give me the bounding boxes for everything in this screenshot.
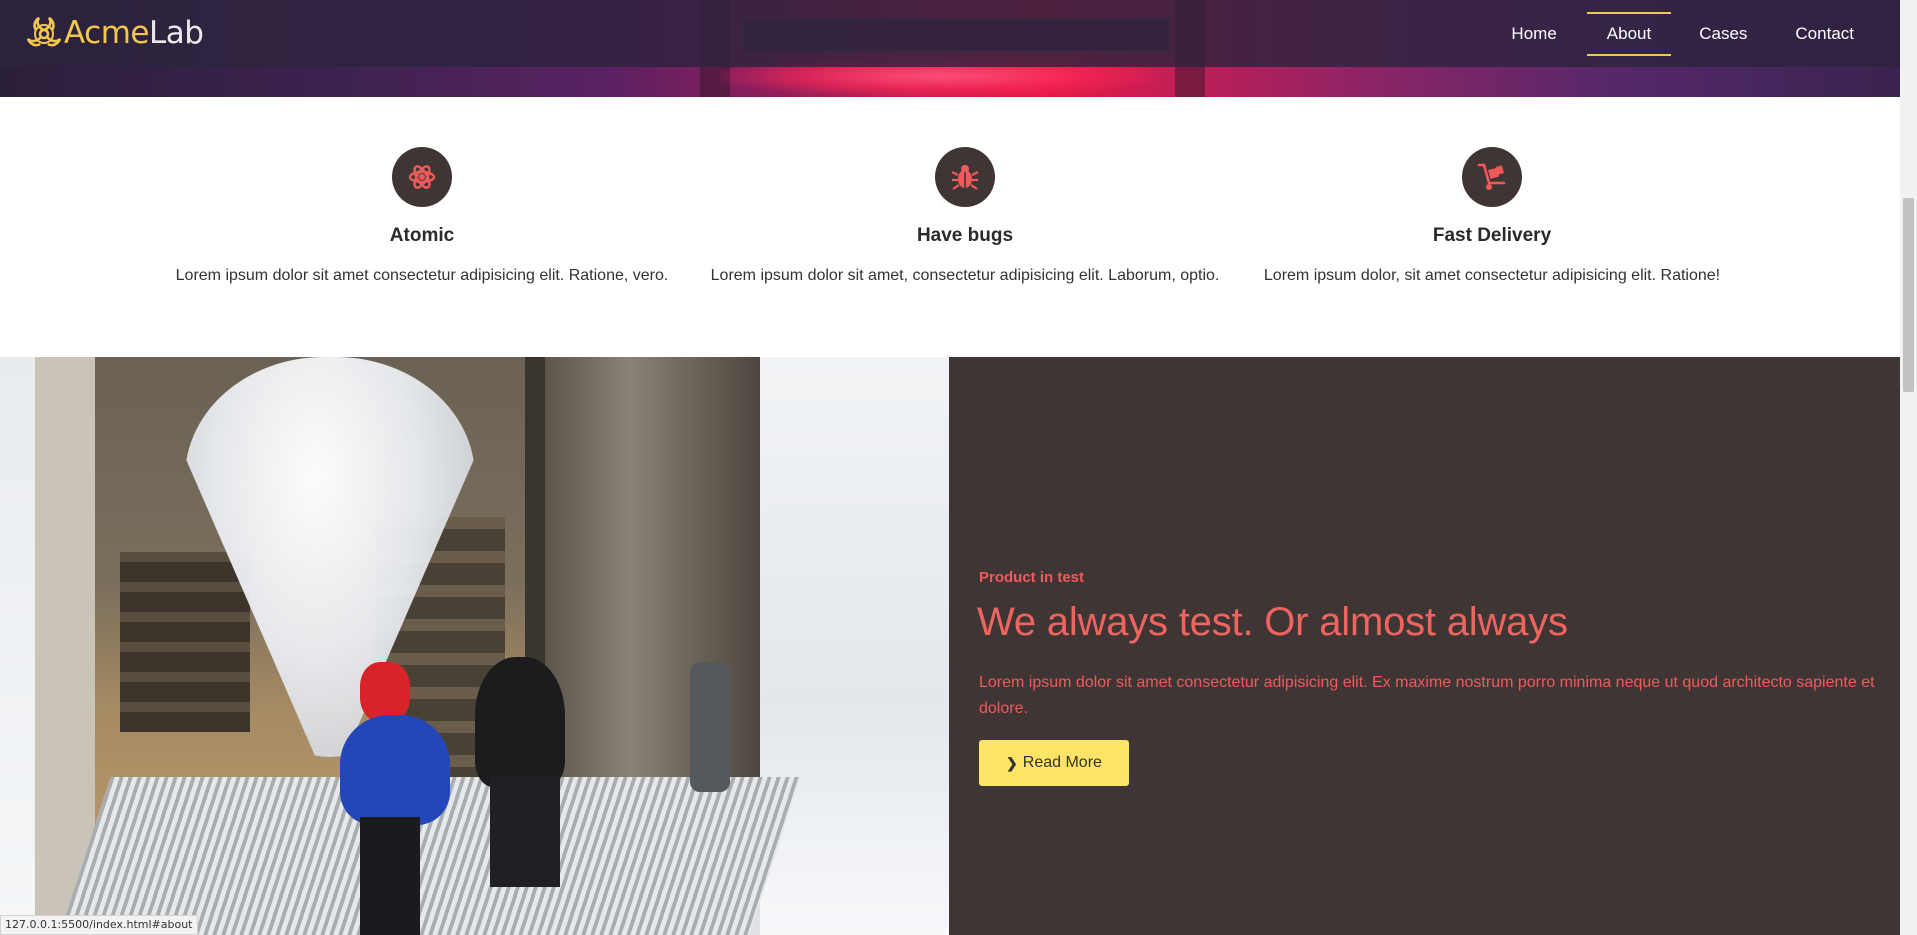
nav-home[interactable]: Home — [1491, 12, 1576, 56]
promo-body: Lorem ipsum dolor sit amet consectetur a… — [979, 674, 1875, 717]
promo-eyebrow: Product in test — [979, 569, 1085, 586]
nav-contact[interactable]: Contact — [1775, 12, 1874, 56]
brand-acme: Acme — [64, 15, 149, 51]
biohazard-icon — [26, 16, 62, 47]
nav-about[interactable]: About — [1586, 11, 1672, 56]
feature-title: Atomic — [389, 225, 455, 246]
photo-person-red — [360, 662, 410, 722]
photo-wall-left — [35, 357, 95, 935]
chevron-right-icon: ❯ — [1006, 754, 1018, 771]
balloon-test-photo — [0, 357, 949, 935]
feature-icon-circle — [935, 147, 995, 207]
status-url-tooltip: 127.0.0.1:5500/index.html#about — [0, 915, 198, 935]
bug-icon — [951, 165, 979, 190]
read-more-label: Read More — [1022, 754, 1102, 771]
page-scrollbar[interactable] — [1900, 0, 1917, 935]
brand-logo[interactable]: AcmeLab — [26, 13, 204, 53]
feature-fast-delivery: Fast Delivery Lorem ipsum dolor, sit ame… — [1262, 147, 1722, 285]
features-section: Atomic Lorem ipsum dolor sit amet consec… — [0, 97, 1900, 357]
dolly-icon — [1477, 163, 1506, 190]
photo-person-black — [475, 657, 565, 787]
feature-text: Lorem ipsum dolor sit amet, consectetur … — [710, 267, 1220, 284]
read-more-button[interactable]: ❯ Read More — [979, 740, 1129, 786]
feature-title: Have bugs — [916, 225, 1014, 246]
feature-icon-circle — [1462, 147, 1522, 207]
feature-text: Lorem ipsum dolor sit amet consectetur a… — [175, 267, 669, 284]
brand-lab: Lab — [148, 15, 204, 51]
photo-person-blue-legs — [360, 817, 420, 935]
page: AcmeLab Home About Cases Contact Atomic — [0, 0, 1917, 935]
feature-icon-circle — [392, 147, 452, 207]
photo-hanging-coat — [690, 662, 730, 792]
nav-cases[interactable]: Cases — [1679, 12, 1767, 56]
navbar: AcmeLab Home About Cases Contact — [0, 0, 1900, 67]
atom-icon — [408, 165, 436, 189]
product-promo: Product in test We always test. Or almos… — [949, 357, 1900, 935]
feature-title: Fast Delivery — [1432, 225, 1552, 246]
brand-name: AcmeLab — [64, 15, 204, 51]
feature-atomic: Atomic Lorem ipsum dolor sit amet consec… — [174, 147, 670, 285]
scrollbar-thumb[interactable] — [1903, 198, 1914, 392]
photo-person-blue — [340, 715, 450, 825]
feature-have-bugs: Have bugs Lorem ipsum dolor sit amet, co… — [705, 147, 1225, 285]
photo-snow-right — [760, 357, 949, 935]
photo-person-black-legs — [490, 777, 560, 887]
photo-shelf — [120, 552, 250, 732]
promo-heading: We always test. Or almost always — [977, 600, 1568, 644]
main-nav: Home About Cases Contact — [1491, 0, 1900, 67]
feature-text: Lorem ipsum dolor, sit amet consectetur … — [1263, 267, 1721, 284]
